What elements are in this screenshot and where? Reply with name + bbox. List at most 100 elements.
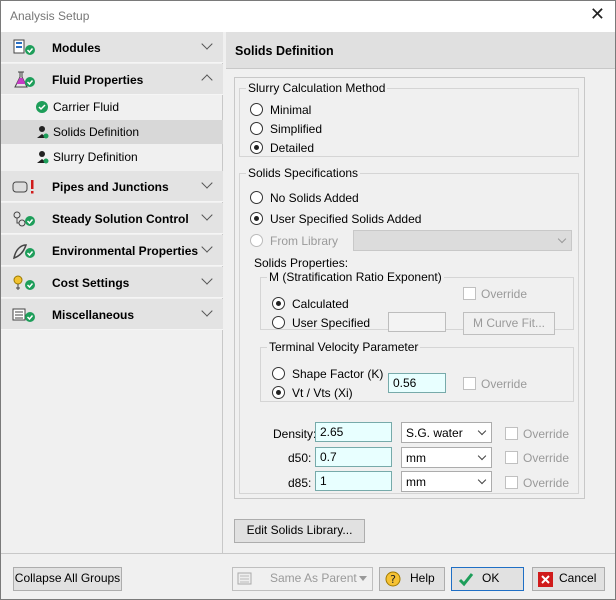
page-title: Solids Definition bbox=[235, 44, 334, 58]
select-value: S.G. water bbox=[406, 426, 463, 440]
chevron-down-icon bbox=[477, 475, 487, 485]
button-label: OK bbox=[482, 571, 500, 585]
m-override-checkbox[interactable] bbox=[463, 287, 476, 300]
radio-from-library[interactable] bbox=[250, 234, 263, 247]
chevron-down-icon[interactable] bbox=[201, 38, 213, 50]
modules-icon bbox=[13, 39, 35, 55]
group-cost-settings[interactable]: Cost Settings bbox=[1, 267, 223, 298]
sidebar-item-label: Solids Definition bbox=[53, 125, 140, 139]
chevron-up-icon[interactable] bbox=[201, 74, 213, 86]
analysis-setup-window: Analysis Setup ✕ Modules Fluid Propertie… bbox=[0, 0, 616, 600]
d85-label: d85: bbox=[288, 476, 312, 490]
group-fluid-properties[interactable]: Fluid Properties bbox=[1, 64, 223, 95]
close-icon bbox=[538, 572, 553, 587]
density-override-checkbox[interactable] bbox=[505, 427, 518, 440]
chevron-down-icon[interactable] bbox=[201, 241, 213, 253]
chevron-down-icon[interactable] bbox=[201, 305, 213, 317]
group-label: Modules bbox=[52, 41, 101, 55]
solids-properties-label: Solids Properties: bbox=[254, 256, 349, 270]
select-value: mm bbox=[406, 475, 426, 489]
check-icon bbox=[36, 101, 48, 113]
same-as-parent-button[interactable]: Same As Parent bbox=[232, 567, 373, 591]
group-label: Fluid Properties bbox=[52, 73, 144, 87]
radio-label: Detailed bbox=[270, 141, 315, 155]
button-label: Same As Parent bbox=[270, 571, 357, 585]
sidebar: Modules Fluid Properties Carrier Fluid S… bbox=[1, 32, 223, 553]
checkbox-label: Override bbox=[481, 377, 528, 391]
chevron-down-icon bbox=[477, 451, 487, 461]
dropdown-arrow-icon bbox=[359, 576, 367, 581]
group-label: Miscellaneous bbox=[52, 308, 135, 322]
group-miscellaneous[interactable]: Miscellaneous bbox=[1, 299, 223, 330]
group-pipes-and-junctions[interactable]: Pipes and Junctions bbox=[1, 171, 223, 202]
group-environmental-properties[interactable]: Environmental Properties bbox=[1, 235, 223, 266]
content-pane: Solids Definition Slurry Calculation Met… bbox=[226, 32, 615, 553]
collapse-all-groups-button[interactable]: Collapse All Groups bbox=[13, 567, 122, 591]
density-input[interactable]: 2.65 bbox=[315, 422, 392, 442]
title-bar: Analysis Setup ✕ bbox=[1, 1, 615, 32]
help-button[interactable]: ? Help bbox=[379, 567, 445, 591]
d50-override-checkbox[interactable] bbox=[505, 451, 518, 464]
radio-user-specified-solids[interactable] bbox=[250, 212, 263, 225]
button-label: Cancel bbox=[559, 571, 597, 585]
sidebar-item-slurry-definition[interactable]: Slurry Definition bbox=[1, 145, 223, 169]
misc-icon bbox=[12, 308, 35, 322]
radio-simplified[interactable] bbox=[250, 122, 263, 135]
group-modules[interactable]: Modules bbox=[1, 32, 223, 63]
chevron-down-icon[interactable] bbox=[201, 209, 213, 221]
svg-text:?: ? bbox=[390, 573, 396, 586]
close-icon[interactable]: ✕ bbox=[590, 4, 605, 25]
sidebar-item-label: Slurry Definition bbox=[53, 150, 138, 164]
group-legend: Terminal Velocity Parameter bbox=[269, 340, 419, 354]
button-label: Help bbox=[410, 571, 435, 585]
d85-input[interactable]: 1 bbox=[315, 471, 392, 491]
radio-label: Calculated bbox=[292, 297, 349, 311]
radio-label: Vt / Vts (Xi) bbox=[292, 386, 353, 400]
tv-override-checkbox[interactable] bbox=[463, 377, 476, 390]
group-legend: Slurry Calculation Method bbox=[248, 81, 386, 95]
group-label: Pipes and Junctions bbox=[52, 180, 169, 194]
radio-vt-vts[interactable] bbox=[272, 386, 285, 399]
ok-button[interactable]: OK bbox=[451, 567, 524, 591]
radio-no-solids[interactable] bbox=[250, 191, 263, 204]
radio-label: No Solids Added bbox=[270, 191, 359, 205]
vt-vts-input[interactable]: 0.56 bbox=[388, 373, 446, 393]
chevron-down-icon[interactable] bbox=[201, 177, 213, 189]
pipe-icon bbox=[12, 180, 34, 194]
radio-label: Simplified bbox=[270, 122, 323, 136]
d85-override-checkbox[interactable] bbox=[505, 476, 518, 489]
d50-unit-select[interactable]: mm bbox=[401, 447, 492, 468]
sidebar-item-carrier-fluid[interactable]: Carrier Fluid bbox=[1, 95, 223, 119]
group-steady-solution-control[interactable]: Steady Solution Control bbox=[1, 203, 223, 234]
d50-input[interactable]: 0.7 bbox=[315, 447, 392, 467]
checkbox-label: Override bbox=[523, 476, 570, 490]
radio-label: Shape Factor (K) bbox=[292, 367, 384, 381]
environmental-icon bbox=[13, 244, 35, 260]
window-title: Analysis Setup bbox=[10, 9, 90, 23]
library-select[interactable] bbox=[353, 230, 572, 251]
solution-control-icon bbox=[13, 211, 35, 227]
copy-icon bbox=[237, 572, 252, 585]
m-curve-fit-button[interactable]: M Curve Fit... bbox=[463, 312, 555, 335]
group-label: Steady Solution Control bbox=[52, 212, 189, 226]
cost-icon bbox=[13, 275, 35, 290]
checkbox-label: Override bbox=[523, 451, 570, 465]
radio-minimal[interactable] bbox=[250, 103, 263, 116]
m-value-input[interactable] bbox=[388, 312, 446, 332]
slurry-icon bbox=[37, 151, 49, 164]
radio-m-user-specified[interactable] bbox=[272, 316, 285, 329]
group-label: Environmental Properties bbox=[52, 244, 199, 258]
density-unit-select[interactable]: S.G. water bbox=[401, 422, 492, 443]
panel-header: Solids Definition bbox=[226, 32, 615, 69]
chevron-down-icon[interactable] bbox=[201, 273, 213, 285]
edit-solids-library-button[interactable]: Edit Solids Library... bbox=[234, 519, 365, 543]
radio-detailed[interactable] bbox=[250, 141, 263, 154]
cancel-button[interactable]: Cancel bbox=[532, 567, 605, 591]
chevron-down-icon bbox=[477, 426, 487, 436]
radio-shape-factor[interactable] bbox=[272, 367, 285, 380]
d85-unit-select[interactable]: mm bbox=[401, 471, 492, 492]
group-legend: M (Stratification Ratio Exponent) bbox=[269, 270, 442, 284]
flask-icon bbox=[14, 71, 35, 88]
radio-m-calculated[interactable] bbox=[272, 297, 285, 310]
sidebar-item-solids-definition[interactable]: Solids Definition bbox=[1, 120, 223, 144]
